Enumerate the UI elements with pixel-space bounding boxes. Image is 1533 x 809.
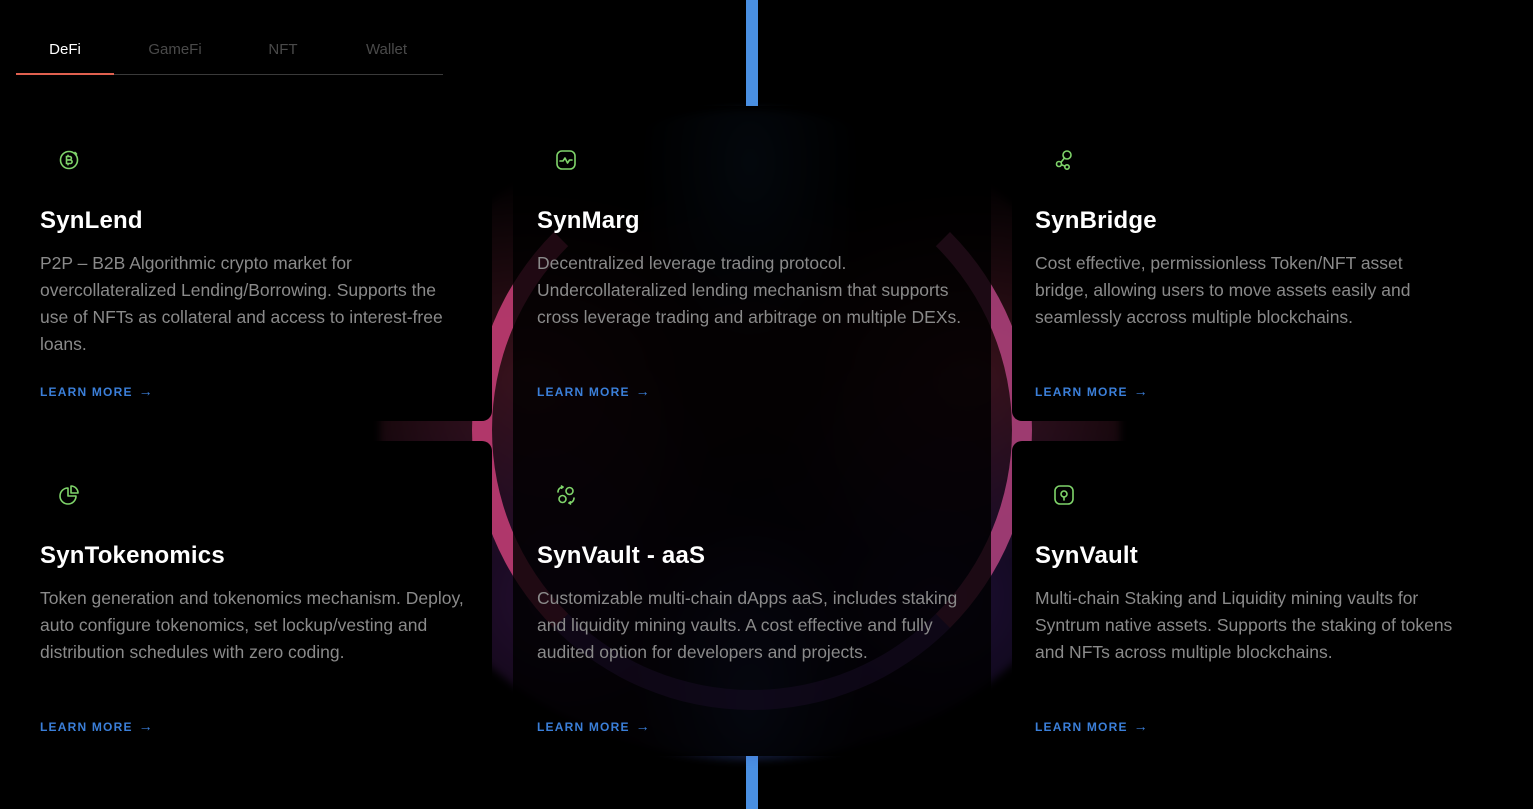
card-description: Token generation and tokenomics mechanis…	[40, 588, 464, 662]
tab-wallet[interactable]: Wallet	[330, 28, 443, 74]
learn-more-link[interactable]: LEARN MORE →	[1035, 383, 1148, 399]
learn-more-label: LEARN MORE	[537, 720, 630, 734]
learn-more-label: LEARN MORE	[537, 385, 630, 399]
card-title: SynLend	[40, 207, 143, 234]
card-title: SynVault	[1035, 542, 1138, 569]
card-description: P2P – B2B Algorithmic crypto market for …	[40, 253, 443, 354]
exchange-coins-icon	[553, 482, 579, 508]
card-description: Decentralized leverage trading protocol.…	[537, 253, 962, 327]
vault-lock-icon	[1051, 482, 1077, 508]
card-description: Multi-chain Staking and Liquidity mining…	[1035, 588, 1453, 662]
learn-more-link[interactable]: LEARN MORE →	[40, 383, 153, 399]
learn-more-label: LEARN MORE	[1035, 385, 1128, 399]
arrow-right-icon: →	[138, 718, 153, 734]
learn-more-label: LEARN MORE	[40, 720, 133, 734]
share-nodes-icon	[1051, 147, 1077, 173]
arrow-right-icon: →	[635, 718, 650, 734]
card-title: SynBridge	[1035, 207, 1157, 234]
tab-nft[interactable]: NFT	[236, 28, 330, 74]
tab-gamefi[interactable]: GameFi	[114, 28, 236, 74]
learn-more-link[interactable]: LEARN MORE →	[537, 718, 650, 734]
learn-more-link[interactable]: LEARN MORE →	[537, 383, 650, 399]
bitcoin-coin-icon	[56, 147, 82, 173]
arrow-right-icon: →	[138, 383, 153, 399]
arrow-right-icon: →	[1133, 718, 1148, 734]
arrow-right-icon: →	[1133, 383, 1148, 399]
learn-more-label: LEARN MORE	[40, 385, 133, 399]
learn-more-label: LEARN MORE	[1035, 720, 1128, 734]
learn-more-link[interactable]: LEARN MORE →	[40, 718, 153, 734]
activity-chart-icon	[553, 147, 579, 173]
card-title: SynTokenomics	[40, 542, 225, 569]
card-title: SynMarg	[537, 207, 640, 234]
defi-products-section: DeFi GameFi NFT Wallet SynLend P2P – B2B…	[0, 0, 1533, 809]
decorative-vertical-line-top	[746, 0, 758, 106]
arrow-right-icon: →	[635, 383, 650, 399]
card-description: Customizable multi-chain dApps aaS, incl…	[537, 588, 958, 662]
learn-more-link[interactable]: LEARN MORE →	[1035, 718, 1148, 734]
card-description: Cost effective, permissionless Token/NFT…	[1035, 253, 1411, 327]
pie-chart-icon	[56, 482, 82, 508]
card-title: SynVault - aaS	[537, 542, 706, 569]
decorative-vertical-line-bottom	[746, 756, 758, 809]
tab-defi[interactable]: DeFi	[16, 28, 114, 75]
category-tabs: DeFi GameFi NFT Wallet	[16, 28, 443, 75]
